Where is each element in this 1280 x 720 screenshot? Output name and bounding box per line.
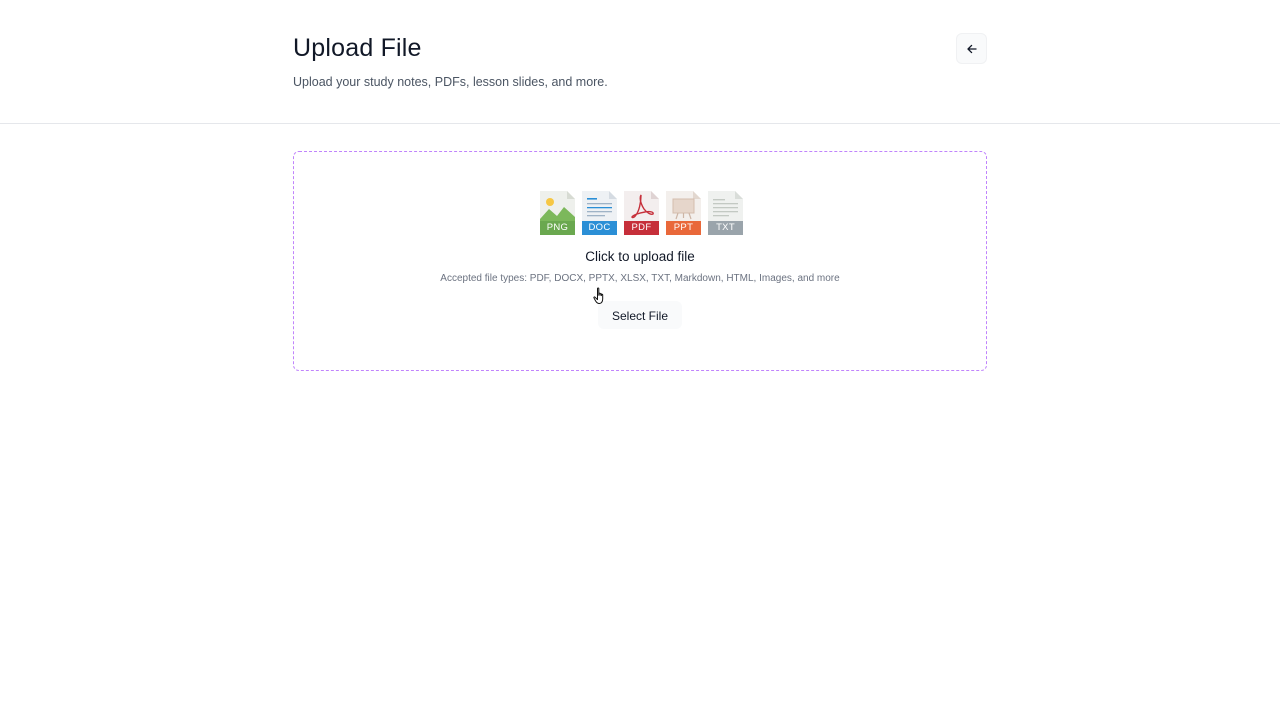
file-type-label: PPT <box>673 222 694 233</box>
page-subtitle: Upload your study notes, PDFs, lesson sl… <box>293 75 608 89</box>
file-type-label: PDF <box>631 222 652 233</box>
file-type-label: DOC <box>588 222 611 233</box>
upload-dropzone[interactable]: PNG DOC PDF PPT TXT Click to upload file… <box>293 151 987 371</box>
file-type-label: PNG <box>546 222 569 233</box>
txt-file-icon: TXT <box>708 191 743 235</box>
back-button[interactable] <box>956 33 987 64</box>
file-type-label: TXT <box>716 222 735 233</box>
page-title: Upload File <box>293 34 422 62</box>
accepted-file-types: Accepted file types: PDF, DOCX, PPTX, XL… <box>440 273 840 284</box>
arrow-left-icon <box>966 44 977 53</box>
select-file-button[interactable]: Select File <box>598 301 682 329</box>
ppt-file-icon: PPT <box>666 191 701 235</box>
file-type-icons: PNG DOC PDF PPT TXT <box>540 191 743 235</box>
image-file-icon: PNG <box>540 191 575 235</box>
page-header: Upload File Upload your study notes, PDF… <box>0 0 1280 124</box>
pdf-file-icon: PDF <box>624 191 659 235</box>
doc-file-icon: DOC <box>582 191 617 235</box>
upload-title: Click to upload file <box>585 249 695 264</box>
